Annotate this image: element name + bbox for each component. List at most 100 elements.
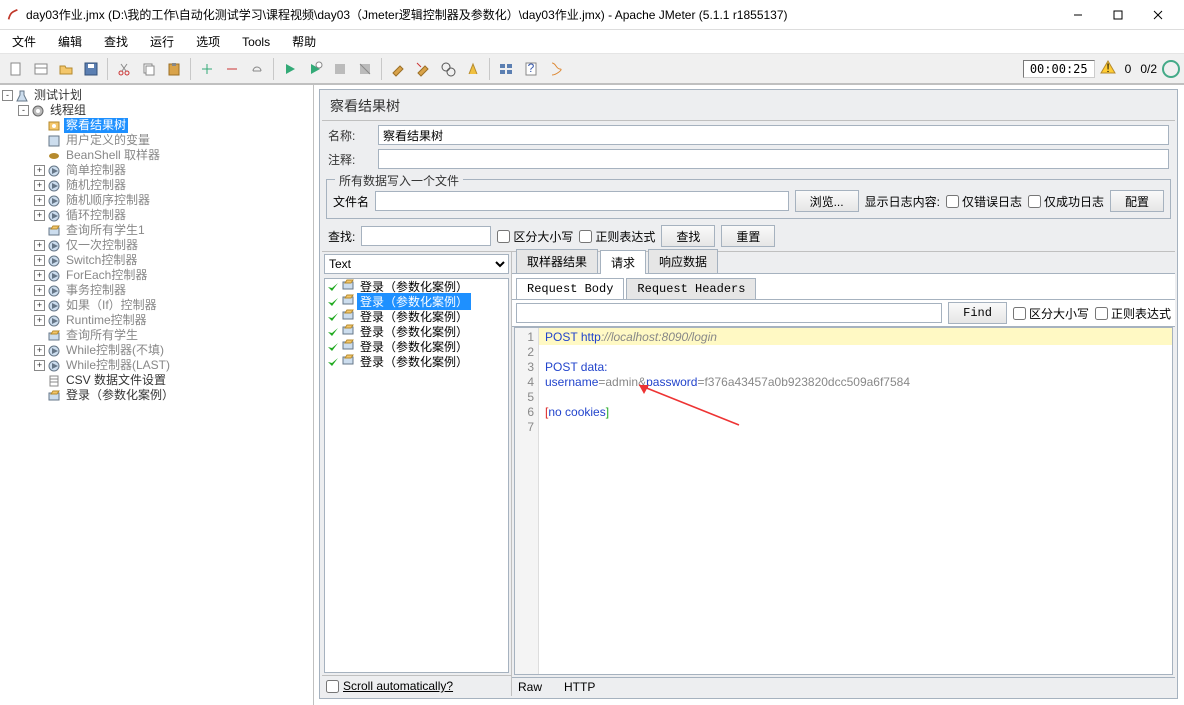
tree-toggle[interactable]: + [34, 360, 45, 371]
help-icon[interactable]: ? [519, 57, 543, 81]
close-button[interactable] [1138, 0, 1178, 30]
tree-node[interactable]: 随机控制器 [64, 178, 128, 193]
tree-node[interactable]: 查询所有学生 [64, 328, 140, 343]
menu-search[interactable]: 查找 [98, 31, 134, 52]
clear-all-icon[interactable] [411, 57, 435, 81]
tree-node-thread-group[interactable]: 线程组 [48, 103, 88, 118]
subtab-request-headers[interactable]: Request Headers [626, 278, 756, 299]
only-errors-checkbox[interactable]: 仅错误日志 [946, 193, 1022, 210]
tree-node[interactable]: 随机顺序控制器 [64, 193, 152, 208]
tree-toggle[interactable]: + [34, 285, 45, 296]
tree-node[interactable]: Runtime控制器 [64, 313, 149, 328]
regex-checkbox[interactable]: 正则表达式 [579, 228, 655, 245]
only-success-checkbox[interactable]: 仅成功日志 [1028, 193, 1104, 210]
menu-help[interactable]: 帮助 [286, 31, 322, 52]
tree-node[interactable]: 仅一次控制器 [64, 238, 140, 253]
case-sensitive-checkbox[interactable]: 区分大小写 [497, 228, 573, 245]
heap-icon[interactable] [544, 57, 568, 81]
warning-icon[interactable]: ! [1100, 59, 1116, 78]
reset-button[interactable]: 重置 [721, 225, 775, 247]
tree-node[interactable]: Switch控制器 [64, 253, 139, 268]
minimize-button[interactable] [1058, 0, 1098, 30]
find-button[interactable]: Find [948, 302, 1007, 324]
name-input[interactable] [378, 125, 1169, 145]
toggle-icon[interactable] [245, 57, 269, 81]
new-icon[interactable] [4, 57, 28, 81]
result-list[interactable]: 登录（参数化案例）登录（参数化案例）登录（参数化案例）登录（参数化案例）登录（参… [324, 278, 509, 673]
tree-node[interactable]: 用户定义的变量 [64, 133, 152, 148]
result-item[interactable]: 登录（参数化案例） [325, 339, 508, 354]
find-input[interactable] [516, 303, 942, 323]
search-button[interactable]: 查找 [661, 225, 715, 247]
open-icon[interactable] [54, 57, 78, 81]
tree-toggle[interactable]: + [34, 210, 45, 221]
tab-request[interactable]: 请求 [600, 250, 646, 274]
start-notimers-icon[interactable] [303, 57, 327, 81]
tree-node[interactable]: 事务控制器 [64, 283, 128, 298]
tree-toggle[interactable]: - [2, 90, 13, 101]
tree-node[interactable]: 查询所有学生1 [64, 223, 147, 238]
auto-scroll-checkbox[interactable]: Scroll automatically? [322, 675, 511, 696]
tree-node[interactable]: While控制器(LAST) [64, 358, 172, 373]
tree-node[interactable]: 如果（If）控制器 [64, 298, 159, 313]
shutdown-icon[interactable] [353, 57, 377, 81]
save-icon[interactable] [79, 57, 103, 81]
tree-toggle[interactable]: + [34, 165, 45, 176]
tree-toggle[interactable]: + [34, 255, 45, 266]
result-item[interactable]: 登录（参数化案例） [325, 294, 508, 309]
render-selector[interactable]: Text [324, 254, 509, 274]
tree-toggle[interactable]: - [18, 105, 29, 116]
collapse-icon[interactable] [220, 57, 244, 81]
tree-node-test-plan[interactable]: 测试计划 [32, 88, 84, 103]
clear-icon[interactable] [386, 57, 410, 81]
file-legend: 所有数据写入一个文件 [335, 172, 463, 189]
cut-icon[interactable] [112, 57, 136, 81]
tree-node[interactable]: 察看结果树 [64, 118, 128, 133]
tree-node[interactable]: CSV 数据文件设置 [64, 373, 168, 388]
tab-response[interactable]: 响应数据 [648, 249, 718, 273]
reset-search-icon[interactable] [461, 57, 485, 81]
tree-node[interactable]: BeanShell 取样器 [64, 148, 162, 163]
copy-icon[interactable] [137, 57, 161, 81]
tree-node[interactable]: 简单控制器 [64, 163, 128, 178]
tree-node[interactable]: 循环控制器 [64, 208, 128, 223]
tree-toggle[interactable]: + [34, 195, 45, 206]
tree-toggle[interactable]: + [34, 270, 45, 281]
browse-button[interactable]: 浏览... [795, 190, 859, 212]
result-item[interactable]: 登录（参数化案例） [325, 324, 508, 339]
result-item[interactable]: 登录（参数化案例） [325, 309, 508, 324]
tree-toggle[interactable]: + [34, 345, 45, 356]
menu-tools[interactable]: Tools [236, 33, 276, 51]
subtab-request-body[interactable]: Request Body [516, 278, 624, 299]
menu-options[interactable]: 选项 [190, 31, 226, 52]
start-icon[interactable] [278, 57, 302, 81]
tree-toggle[interactable]: + [34, 240, 45, 251]
result-item[interactable]: 登录（参数化案例） [325, 279, 508, 294]
tree-toggle[interactable]: + [34, 180, 45, 191]
search-icon[interactable] [436, 57, 460, 81]
templates-icon[interactable] [29, 57, 53, 81]
configure-button[interactable]: 配置 [1110, 190, 1164, 212]
tree-node[interactable]: 登录（参数化案例） [64, 388, 176, 403]
filename-input[interactable] [375, 191, 789, 211]
find-regex-checkbox[interactable]: 正则表达式 [1095, 305, 1171, 322]
tree-node[interactable]: While控制器(不填) [64, 343, 166, 358]
test-plan-tree[interactable]: - 测试计划 - 线程组 察看结果树用户定义的变量BeanShell 取样器 + 简… [0, 85, 314, 705]
function-helper-icon[interactable] [494, 57, 518, 81]
tab-sampler-result[interactable]: 取样器结果 [516, 249, 598, 273]
tree-toggle[interactable]: + [34, 300, 45, 311]
find-case-checkbox[interactable]: 区分大小写 [1013, 305, 1089, 322]
menu-file[interactable]: 文件 [6, 31, 42, 52]
tree-node[interactable]: ForEach控制器 [64, 268, 149, 283]
menu-run[interactable]: 运行 [144, 31, 180, 52]
result-item[interactable]: 登录（参数化案例） [325, 354, 508, 369]
stop-icon[interactable] [328, 57, 352, 81]
tree-search-input[interactable] [361, 226, 491, 246]
tree-toggle[interactable]: + [34, 315, 45, 326]
expand-icon[interactable] [195, 57, 219, 81]
comment-input[interactable] [378, 149, 1169, 169]
request-body-view[interactable]: 1234567 POST http://localhost:8090/login… [514, 327, 1173, 675]
menu-edit[interactable]: 编辑 [52, 31, 88, 52]
paste-icon[interactable] [162, 57, 186, 81]
maximize-button[interactable] [1098, 0, 1138, 30]
